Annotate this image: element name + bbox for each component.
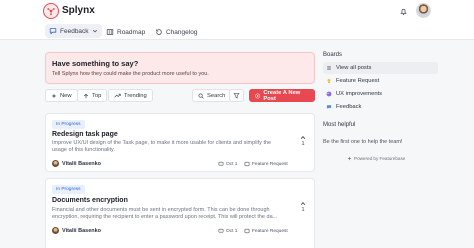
brand-name[interactable]: Splynx	[62, 5, 95, 16]
post-author: Vitalii Basenko	[52, 227, 101, 234]
most-helpful-text: Be the first one to help the team!	[323, 139, 403, 145]
post-card[interactable]: In Progress Redesign task page Improve U…	[45, 113, 315, 172]
vote-count: 1	[301, 141, 305, 147]
author-name: Vitalii Basenko	[62, 227, 102, 234]
board-label: Feedback	[336, 104, 362, 110]
nav-roadmap[interactable]: Roadmap	[106, 25, 145, 39]
sort-new-button[interactable]: New	[45, 89, 78, 102]
banner-title: Have something to say?	[52, 59, 139, 68]
changelog-icon	[156, 29, 162, 35]
banner-subtitle: Tell Splynx how they could make the prod…	[52, 71, 209, 77]
post-category: Feature Request	[244, 161, 288, 167]
board-ux-improvements[interactable]: UX improvements	[323, 88, 438, 100]
bell-icon[interactable]	[397, 5, 409, 17]
nav-feedback[interactable]: Feedback	[45, 24, 102, 38]
tag-icon	[244, 228, 250, 234]
author-name: Vitalii Basenko	[62, 160, 102, 167]
board-label: View all posts	[336, 65, 372, 71]
search-icon	[198, 93, 204, 99]
vote-count: 1	[301, 207, 305, 213]
chevron-down-icon	[92, 29, 97, 33]
chevron-up-icon	[300, 201, 306, 205]
featurebase-icon	[347, 156, 352, 161]
sort-top-label: Top	[92, 92, 102, 99]
upvote-button[interactable]: 1	[298, 201, 308, 213]
post-date-text: Oct 1	[226, 161, 238, 167]
feedback-banner: Have something to say? Tell Splynx how t…	[45, 52, 315, 84]
post-category-text: Feature Request	[252, 161, 288, 167]
post-author: Vitalii Basenko	[52, 160, 101, 167]
create-post-button[interactable]: Create A New Post	[249, 89, 315, 102]
post-category-text: Feature Request	[252, 228, 288, 234]
list-icon	[327, 66, 331, 70]
post-title[interactable]: Redesign task page	[52, 131, 118, 138]
user-avatar[interactable]	[416, 3, 431, 18]
chevron-up-icon	[300, 135, 306, 139]
search-label: Search	[207, 92, 226, 99]
boards-heading: Boards	[323, 52, 343, 58]
filter-button[interactable]	[229, 89, 244, 102]
trending-icon	[114, 93, 121, 98]
roadmap-icon	[106, 29, 114, 35]
author-avatar	[52, 160, 59, 167]
status-badge: In Progress	[52, 185, 85, 194]
post-date: Oct 1	[218, 228, 237, 234]
sort-new-label: New	[60, 92, 72, 99]
post-date-text: Oct 1	[226, 228, 238, 234]
upvote-button[interactable]: 1	[298, 135, 308, 147]
filter-icon	[233, 93, 240, 99]
nav-roadmap-label: Roadmap	[117, 28, 146, 36]
nav-changelog-label: Changelog	[166, 28, 198, 36]
palette-icon	[326, 91, 332, 97]
post-category: Feature Request	[244, 228, 288, 234]
most-helpful-heading: Most helpful	[323, 122, 356, 128]
post-date: Oct 1	[218, 161, 237, 167]
board-view-all[interactable]: View all posts	[323, 62, 438, 74]
arrow-up-icon	[83, 93, 89, 98]
splynx-logo-icon[interactable]	[43, 3, 59, 19]
sort-trending-button[interactable]: Trending	[108, 89, 153, 102]
comment-icon	[218, 161, 224, 166]
board-label: Feature Request	[336, 78, 380, 84]
board-feedback[interactable]: Feedback	[323, 101, 438, 113]
sparkle-icon	[51, 93, 57, 98]
plus-icon	[255, 93, 261, 98]
post-body: Improve UX/UI design of the Task page, t…	[52, 140, 272, 153]
sort-trending-label: Trending	[124, 92, 147, 99]
status-badge: In Progress	[52, 120, 85, 129]
search-button[interactable]: Search	[192, 89, 232, 102]
author-avatar	[52, 227, 59, 234]
tag-icon	[244, 161, 250, 167]
lightbulb-icon	[327, 78, 331, 84]
nav-feedback-label: Feedback	[60, 27, 89, 35]
main-nav: Feedback Roadmap Changelog	[0, 22, 474, 40]
feedback-icon	[49, 28, 57, 35]
board-feature-request[interactable]: Feature Request	[323, 75, 438, 87]
post-card[interactable]: In Progress Documents encryption Financi…	[45, 178, 315, 248]
comment-icon	[218, 228, 224, 233]
board-label: UX improvements	[336, 91, 383, 97]
post-body: Financial and other documents must be se…	[52, 207, 278, 220]
speech-bubble-icon	[326, 105, 332, 109]
nav-changelog[interactable]: Changelog	[155, 25, 197, 39]
post-title[interactable]: Documents encryption	[52, 197, 128, 204]
sort-top-button[interactable]: Top	[77, 89, 108, 102]
filter-bar: New Top Trending Search Create A New Pos…	[45, 89, 315, 103]
powered-by[interactable]: Powered by Featurebase	[347, 156, 405, 161]
powered-by-text: Powered by Featurebase	[354, 156, 406, 161]
create-post-label: Create A New Post	[263, 89, 301, 102]
